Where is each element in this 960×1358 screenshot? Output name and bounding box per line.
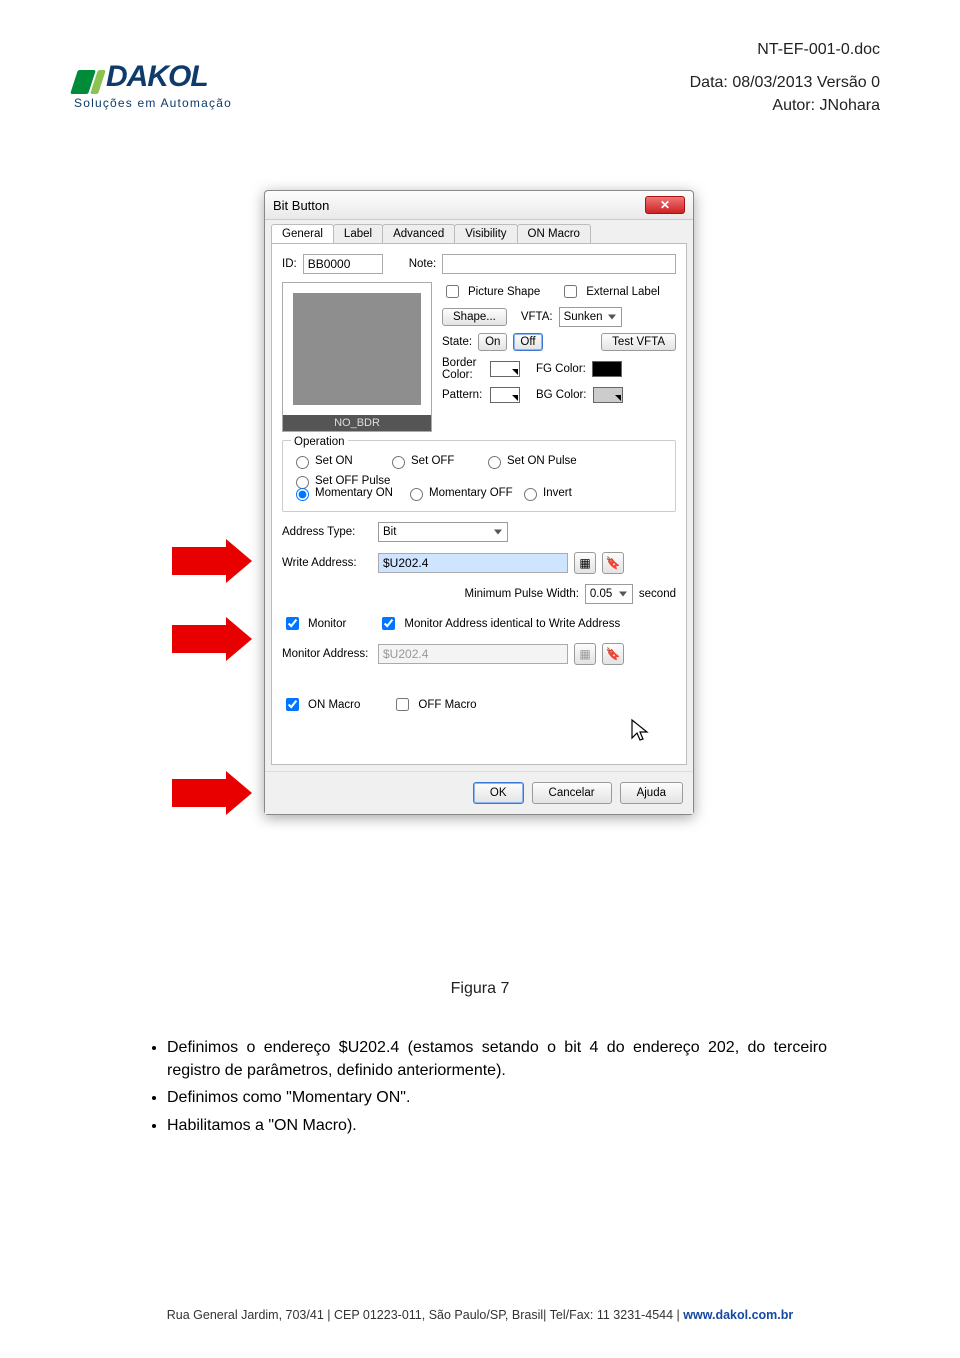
tab-on-macro[interactable]: ON Macro bbox=[517, 224, 591, 243]
tab-bar: General Label Advanced Visibility ON Mac… bbox=[265, 220, 693, 243]
page-header: DAKOL Soluções em Automação NT-EF-001-0.… bbox=[0, 0, 960, 150]
bullet-list: Definimos o endereço $U202.4 (estamos se… bbox=[127, 1036, 827, 1141]
external-label-checkbox[interactable] bbox=[564, 285, 577, 298]
vfta-label: VFTA: bbox=[521, 311, 553, 323]
tag-browser-icon[interactable]: 🔖 bbox=[602, 552, 624, 574]
doc-name: NT-EF-001-0.doc bbox=[690, 38, 880, 61]
on-macro-checkbox[interactable] bbox=[286, 698, 299, 711]
id-input[interactable] bbox=[303, 254, 383, 274]
address-type-combo[interactable]: Bit bbox=[378, 522, 508, 542]
monitor-label: Monitor bbox=[308, 618, 346, 630]
fg-color-label: FG Color: bbox=[536, 363, 586, 375]
cursor-icon bbox=[630, 718, 650, 748]
logo-mark-icon bbox=[74, 70, 102, 94]
doc-date: Data: 08/03/2013 Versão 0 bbox=[690, 71, 880, 94]
off-macro-label: OFF Macro bbox=[418, 699, 476, 711]
id-label: ID: bbox=[282, 258, 297, 270]
state-off-button[interactable]: Off bbox=[513, 333, 542, 351]
state-on-button[interactable]: On bbox=[478, 333, 507, 351]
help-button[interactable]: Ajuda bbox=[620, 782, 683, 804]
picture-shape-checkbox[interactable] bbox=[446, 285, 459, 298]
bullet-item: Definimos como "Momentary ON". bbox=[167, 1086, 827, 1109]
tab-advanced[interactable]: Advanced bbox=[382, 224, 455, 243]
monitor-address-label: Monitor Address: bbox=[282, 648, 372, 660]
tab-panel-general: ID: Note: NO_BDR Picture Shape External … bbox=[271, 243, 687, 765]
page-footer: Rua General Jardim, 703/41 | CEP 01223-0… bbox=[0, 1308, 960, 1322]
logo-text: DAKOL bbox=[106, 60, 208, 94]
test-vfta-button[interactable]: Test VFTA bbox=[601, 333, 676, 351]
picture-shape-label: Picture Shape bbox=[468, 286, 540, 298]
figure-caption: Figura 7 bbox=[0, 980, 960, 998]
radio-set-on-pulse[interactable]: Set ON Pulse bbox=[483, 453, 577, 469]
bit-button-dialog: Bit Button ✕ General Label Advanced Visi… bbox=[264, 190, 694, 815]
tag-browser-icon: 🔖 bbox=[602, 643, 624, 665]
external-label-label: External Label bbox=[586, 286, 660, 298]
pattern-label: Pattern: bbox=[442, 389, 484, 401]
state-label: State: bbox=[442, 336, 472, 348]
close-button[interactable]: ✕ bbox=[645, 196, 685, 214]
border-color-swatch[interactable] bbox=[490, 361, 520, 377]
cancel-button[interactable]: Cancelar bbox=[532, 782, 612, 804]
off-macro-checkbox[interactable] bbox=[396, 698, 409, 711]
callout-arrow-icon bbox=[172, 625, 252, 653]
tab-general[interactable]: General bbox=[271, 224, 334, 243]
radio-momentary-on[interactable]: Momentary ON bbox=[291, 485, 401, 501]
bullet-item: Habilitamos a "ON Macro). bbox=[167, 1114, 827, 1137]
close-icon: ✕ bbox=[660, 198, 670, 212]
bullet-item: Definimos o endereço $U202.4 (estamos se… bbox=[167, 1036, 827, 1082]
dialog-title: Bit Button bbox=[273, 198, 329, 213]
bg-color-label: BG Color: bbox=[536, 389, 587, 401]
tab-visibility[interactable]: Visibility bbox=[454, 224, 517, 243]
operation-group: Operation Set ON Set OFF Set ON Pulse Se… bbox=[282, 440, 676, 512]
operation-title: Operation bbox=[291, 436, 348, 448]
monitor-identical-checkbox[interactable] bbox=[382, 617, 395, 630]
shape-preview: NO_BDR bbox=[282, 282, 432, 432]
footer-link[interactable]: www.dakol.com.br bbox=[683, 1308, 793, 1322]
dialog-button-row: OK Cancelar Ajuda bbox=[265, 771, 693, 814]
dialog-titlebar: Bit Button ✕ bbox=[265, 191, 693, 220]
radio-set-off[interactable]: Set OFF bbox=[387, 453, 479, 469]
shape-button[interactable]: Shape... bbox=[442, 308, 507, 326]
write-address-input[interactable] bbox=[378, 553, 568, 573]
radio-momentary-off[interactable]: Momentary OFF bbox=[405, 485, 515, 501]
border-color-label: Border Color: bbox=[442, 357, 484, 381]
monitor-address-input bbox=[378, 644, 568, 664]
callout-arrow-icon bbox=[172, 547, 252, 575]
bg-color-swatch[interactable] bbox=[593, 387, 623, 403]
keypad-icon[interactable]: ▦ bbox=[574, 552, 596, 574]
min-pulse-label: Minimum Pulse Width: bbox=[465, 588, 579, 600]
vfta-combo[interactable]: Sunken bbox=[559, 307, 622, 327]
ok-button[interactable]: OK bbox=[473, 782, 524, 804]
preview-caption: NO_BDR bbox=[283, 415, 431, 431]
tab-label[interactable]: Label bbox=[333, 224, 383, 243]
monitor-checkbox[interactable] bbox=[286, 617, 299, 630]
min-pulse-combo[interactable]: 0.05 bbox=[585, 584, 633, 604]
pattern-swatch[interactable] bbox=[490, 387, 520, 403]
footer-text: Rua General Jardim, 703/41 | CEP 01223-0… bbox=[167, 1308, 684, 1322]
address-type-label: Address Type: bbox=[282, 526, 372, 538]
logo: DAKOL Soluções em Automação bbox=[74, 60, 232, 110]
monitor-identical-label: Monitor Address identical to Write Addre… bbox=[404, 618, 620, 630]
logo-subtitle: Soluções em Automação bbox=[74, 96, 232, 110]
radio-invert[interactable]: Invert bbox=[519, 485, 611, 501]
note-input[interactable] bbox=[442, 254, 676, 274]
fg-color-swatch[interactable] bbox=[592, 361, 622, 377]
keypad-icon: ▦ bbox=[574, 643, 596, 665]
write-address-label: Write Address: bbox=[282, 557, 372, 569]
doc-author: Autor: JNohara bbox=[690, 94, 880, 117]
note-label: Note: bbox=[409, 258, 437, 270]
on-macro-label: ON Macro bbox=[308, 699, 360, 711]
callout-arrow-icon bbox=[172, 779, 252, 807]
radio-set-on[interactable]: Set ON bbox=[291, 453, 383, 469]
min-pulse-unit: second bbox=[639, 588, 676, 600]
